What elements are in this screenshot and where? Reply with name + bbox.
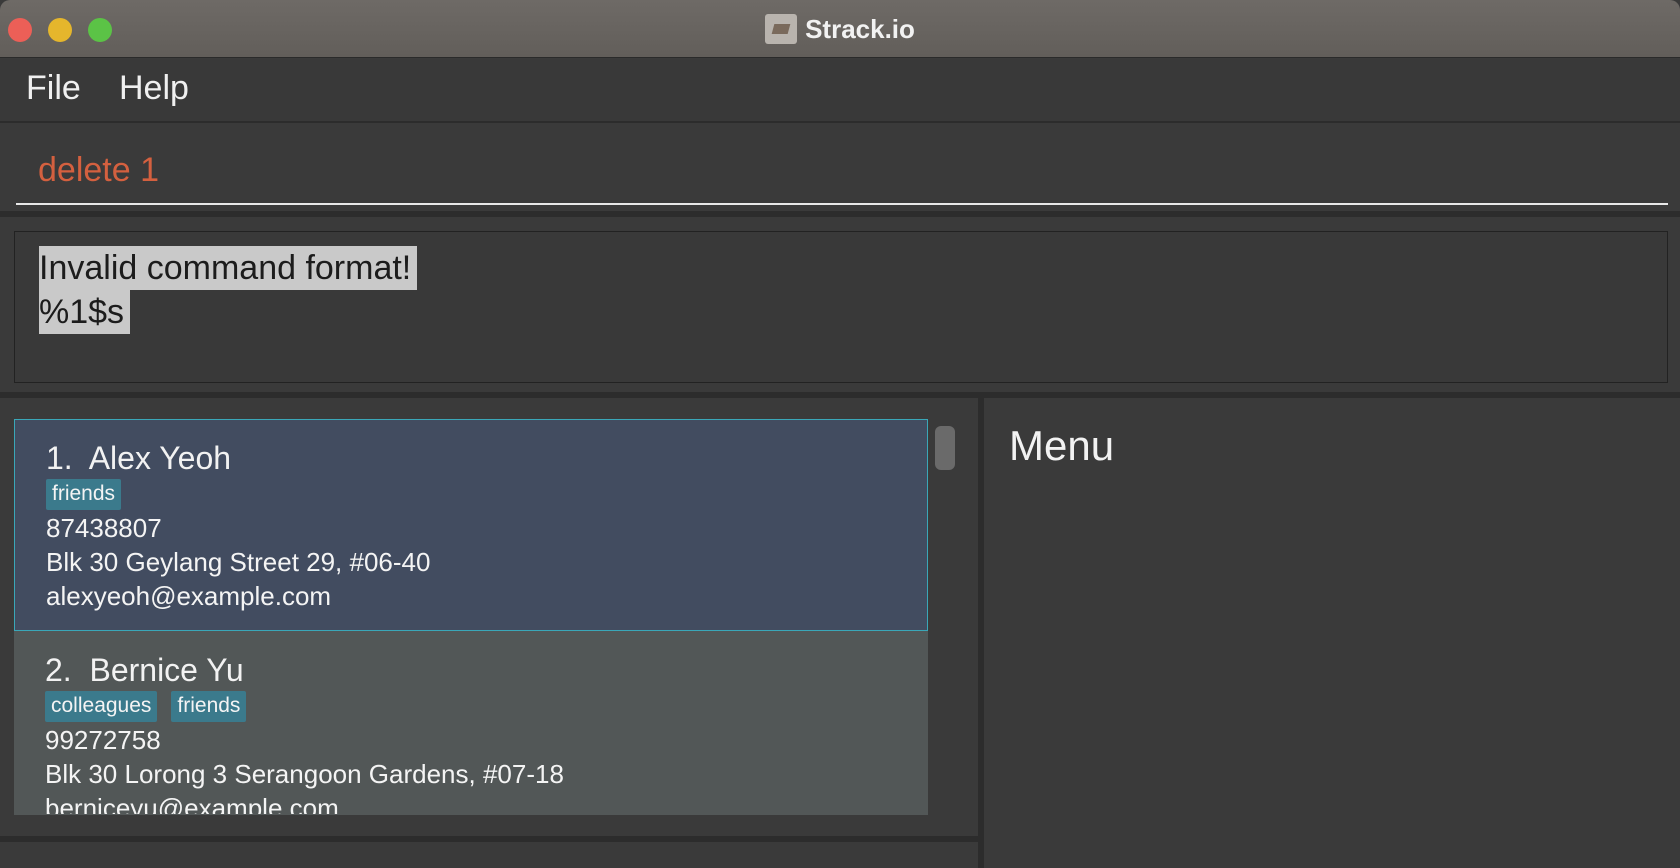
tag: colleagues xyxy=(45,691,158,722)
menu-file[interactable]: File xyxy=(26,69,81,108)
result-detail: %1$s xyxy=(39,290,131,334)
app-logo-icon xyxy=(765,14,798,44)
person-index: 1. xyxy=(46,440,73,476)
menu-panel: Menu xyxy=(984,398,1680,868)
command-input[interactable] xyxy=(16,137,1668,205)
tag: friends xyxy=(171,691,247,722)
list-scrollbar-thumb[interactable] xyxy=(935,426,955,470)
person-address: Blk 30 Lorong 3 Serangoon Gardens, #07-1… xyxy=(45,759,564,789)
person-email: berniceyu@example.com xyxy=(45,793,339,815)
window-title: Strack.io xyxy=(805,13,915,44)
person-name: Bernice Yu xyxy=(89,652,244,688)
menu-help[interactable]: Help xyxy=(119,69,189,108)
tag-list: friends xyxy=(46,479,122,510)
person-address: Blk 30 Geylang Street 29, #06-40 xyxy=(46,547,431,577)
tag-list: colleagues friends xyxy=(45,691,247,722)
result-message: Invalid command format! xyxy=(39,246,418,290)
menu-bar: File Help xyxy=(0,59,1680,123)
person-email: alexyeoh@example.com xyxy=(46,581,332,611)
person-index: 2. xyxy=(45,652,72,688)
title-bar[interactable]: Strack.io xyxy=(0,0,1680,58)
window-title-group: Strack.io xyxy=(0,0,1680,58)
result-display[interactable]: Invalid command format! %1$s xyxy=(14,231,1668,383)
person-phone: 87438807 xyxy=(46,513,162,543)
command-box xyxy=(0,125,1680,217)
person-name: Alex Yeoh xyxy=(88,440,232,476)
divider xyxy=(0,836,978,842)
result-text: Invalid command format! %1$s xyxy=(39,246,418,334)
person-card[interactable]: 1. Alex Yeoh friends 87438807 Blk 30 Gey… xyxy=(14,419,928,631)
person-card[interactable]: 2. Bernice Yu colleagues friends 9927275… xyxy=(14,631,928,815)
person-phone: 99272758 xyxy=(45,725,161,755)
person-name-row: 2. Bernice Yu xyxy=(45,652,244,689)
tag: friends xyxy=(46,479,122,510)
menu-panel-title: Menu xyxy=(1009,422,1115,469)
app-window: Strack.io File Help Invalid command form… xyxy=(0,0,1680,868)
person-name-row: 1. Alex Yeoh xyxy=(46,440,231,477)
